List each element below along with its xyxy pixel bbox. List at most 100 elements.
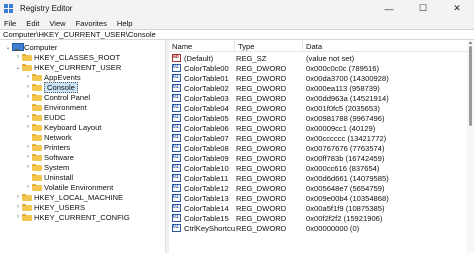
dword-value-icon — [172, 104, 181, 112]
value-type: REG_DWORD — [236, 153, 287, 163]
value-type: REG_DWORD — [236, 133, 287, 143]
value-row[interactable]: ColorTable14 REG_DWORD 0x00a5f1f9 (1087538… — [169, 203, 466, 213]
value-row[interactable]: CtrlKeyShortcutsREG_DWORD 0x00000000 (0) — [169, 223, 466, 233]
value-row[interactable]: ColorTable15 REG_DWORD 0x00f2f2f2 (1592190… — [169, 213, 466, 223]
dword-value-icon — [172, 214, 181, 222]
tree-item-label: HKEY_LOCAL_MACHINE — [34, 192, 124, 202]
value-row[interactable]: ColorTable13 REG_DWORD 0x009e00b4 (1035486… — [169, 193, 466, 203]
value-data: 0x00981788 (9967496) — [306, 113, 385, 123]
value-name-cell: ColorTable02 — [169, 84, 235, 93]
value-row[interactable]: ColorTable05 REG_DWORD 0x00981788 (9967496… — [169, 113, 466, 123]
chevron-right-icon[interactable]: › — [24, 114, 32, 120]
value-name-cell: ColorTable11 — [169, 174, 235, 183]
vertical-scrollbar[interactable]: ▲ — [467, 40, 474, 253]
menu-edit[interactable]: Edit — [21, 19, 44, 28]
scrollbar-thumb[interactable] — [469, 46, 472, 126]
tree-item[interactable]: › Software — [24, 152, 74, 162]
value-name-cell: CtrlKeyShortcuts — [169, 224, 235, 233]
chevron-right-icon[interactable]: › — [24, 124, 32, 130]
chevron-down-icon[interactable]: ⌄ — [14, 64, 22, 71]
value-row[interactable]: ColorTable07 REG_DWORD 0x00cccccc (1342177… — [169, 133, 466, 143]
value-row[interactable]: ColorTable10 REG_DWORD 0x000cc616 (837654) — [169, 163, 466, 173]
tree-item-label: Environment — [44, 102, 87, 112]
menu-help[interactable]: Help — [112, 19, 138, 28]
chevron-right-icon[interactable]: › — [24, 74, 32, 80]
value-name: CtrlKeyShortcuts — [184, 223, 235, 233]
chevron-right-icon[interactable]: › — [24, 84, 32, 90]
dword-value-icon — [172, 134, 181, 142]
value-data: 0x000ea113 (958739) — [306, 83, 380, 93]
tree-item[interactable]: Uninstall — [24, 172, 73, 182]
value-row[interactable]: ColorTable00 REG_DWORD 0x000c0c0c (789516) — [169, 63, 466, 73]
chevron-right-icon[interactable]: › — [24, 94, 32, 100]
folder-icon — [32, 83, 42, 91]
tree-item[interactable]: › Console — [24, 81, 78, 93]
minimize-button[interactable]: — — [372, 0, 406, 17]
menu-favorites[interactable]: Favorites — [71, 19, 112, 28]
tree-item[interactable]: › EUDC — [24, 112, 66, 122]
tree-item[interactable]: › HKEY_CURRENT_CONFIG — [14, 212, 130, 222]
tree-item[interactable]: › HKEY_LOCAL_MACHINE — [14, 192, 123, 202]
folder-icon — [32, 93, 42, 101]
tree-item-label: Printers — [44, 142, 71, 152]
tree-item[interactable]: › HKEY_USERS — [14, 202, 85, 212]
chevron-right-icon[interactable]: › — [14, 54, 22, 60]
value-row[interactable]: ColorTable04 REG_DWORD 0x001f0fc5 (2035653… — [169, 103, 466, 113]
chevron-right-icon[interactable]: › — [14, 194, 22, 200]
column-header-name[interactable]: Name — [169, 40, 235, 52]
tree-item[interactable]: › Control Panel — [24, 92, 90, 102]
value-data: 0x001f0fc5 (2035653) — [306, 103, 380, 113]
value-data: 0x009e00b4 (10354868) — [306, 193, 389, 203]
registry-editor-app-icon — [4, 3, 14, 14]
tree-item[interactable]: Network — [24, 132, 72, 142]
tree-item[interactable]: › Keyboard Layout — [24, 122, 101, 132]
chevron-right-icon[interactable]: › — [24, 184, 32, 190]
menu-bar: File Edit View Favorites Help — [0, 17, 474, 29]
value-row[interactable]: ColorTable03 REG_DWORD 0x00dd963a (1452191… — [169, 93, 466, 103]
column-header-type[interactable]: Type — [235, 40, 303, 52]
tree-item[interactable]: › AppEvents — [24, 72, 81, 82]
chevron-down-icon[interactable]: ⌄ — [4, 44, 12, 51]
tree-item[interactable]: Environment — [24, 102, 87, 112]
column-header-data[interactable]: Data — [303, 40, 466, 52]
dword-value-icon — [172, 64, 181, 72]
tree-item-label: Software — [44, 152, 74, 162]
tree-item-label: Keyboard Layout — [44, 122, 102, 132]
value-row[interactable]: ColorTable08 REG_DWORD 0x00767676 (7763574… — [169, 143, 466, 153]
maximize-button[interactable]: ☐ — [406, 0, 440, 17]
tree-item[interactable]: › Volatile Environment — [24, 182, 113, 192]
value-name: (Default) — [184, 53, 214, 63]
value-row[interactable]: ColorTable06 REG_DWORD 0x00009cc1 (40129) — [169, 123, 466, 133]
string-value-icon — [172, 54, 181, 62]
tree-item-label: System — [44, 162, 70, 172]
tree-item-label: HKEY_USERS — [34, 202, 86, 212]
tree-item[interactable]: › Printers — [24, 142, 70, 152]
value-type: REG_DWORD — [236, 73, 287, 83]
chevron-right-icon[interactable]: › — [24, 164, 32, 170]
tree-item[interactable]: ⌄ HKEY_CURRENT_USER — [14, 62, 121, 72]
address-bar[interactable]: Computer\HKEY_CURRENT_USER\Console — [0, 29, 474, 40]
value-row[interactable]: ColorTable01 REG_DWORD 0x00da3700 (1430092… — [169, 73, 466, 83]
dword-value-icon — [172, 224, 181, 232]
tree-item-label: Control Panel — [44, 92, 91, 102]
value-row[interactable]: ColorTable12 REG_DWORD 0x005648e7 (5654759… — [169, 183, 466, 193]
value-row[interactable]: ColorTable09 REG_DWORD 0x00ff783b (1674245… — [169, 153, 466, 163]
chevron-right-icon[interactable]: › — [14, 214, 22, 220]
value-row[interactable]: (Default) REG_SZ (value not set) — [169, 53, 466, 63]
menu-view[interactable]: View — [44, 19, 70, 28]
menu-file[interactable]: File — [0, 19, 21, 28]
value-row[interactable]: ColorTable11 REG_DWORD 0x00d6d661 (1407958… — [169, 173, 466, 183]
chevron-right-icon[interactable]: › — [24, 144, 32, 150]
value-type: REG_DWORD — [236, 93, 287, 103]
chevron-right-icon[interactable]: › — [24, 154, 32, 160]
tree-item[interactable]: › HKEY_CLASSES_ROOT — [14, 52, 120, 62]
close-button[interactable]: ✕ — [440, 0, 474, 17]
value-name: ColorTable07 — [184, 133, 229, 143]
value-row[interactable]: ColorTable02 REG_DWORD 0x000ea113 (958739) — [169, 83, 466, 93]
value-data: 0x00dd963a (14521914) — [306, 93, 389, 103]
value-data: 0x00ff783b (16742459) — [306, 153, 385, 163]
chevron-right-icon[interactable]: › — [14, 204, 22, 210]
tree-item[interactable]: › System — [24, 162, 69, 172]
dword-value-icon — [172, 94, 181, 102]
tree-item[interactable]: ⌄ Computer — [4, 42, 57, 52]
